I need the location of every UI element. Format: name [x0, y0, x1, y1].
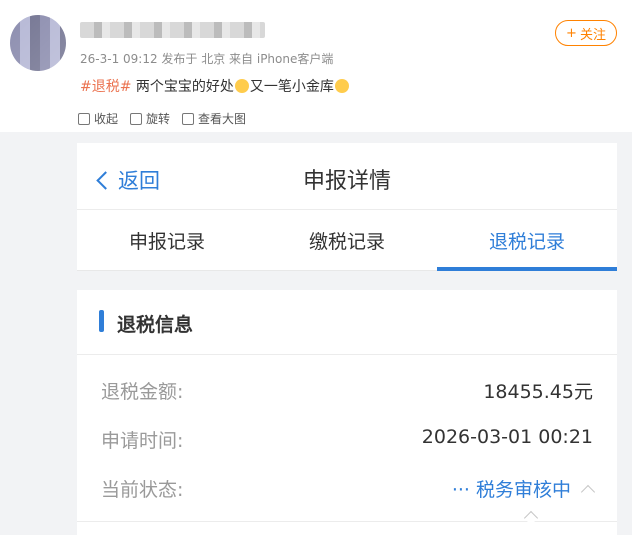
view-large-label: 查看大图 — [198, 112, 247, 126]
row-current-status: 当前状态: ··· 税务审核中 — [77, 475, 617, 515]
follow-label: 关注 — [579, 27, 606, 43]
section-title: 退税信息 — [117, 314, 194, 336]
divider — [77, 521, 617, 522]
collect-icon — [78, 112, 90, 125]
rotate-label: 旋转 — [146, 112, 171, 126]
section-accent-bar — [99, 310, 104, 332]
cat-emoji-icon — [234, 79, 249, 93]
zoom-icon — [182, 112, 195, 125]
page-title: 申报详情 — [302, 169, 391, 194]
current-status-value[interactable]: ··· 税务审核中 — [451, 475, 596, 502]
apply-time-value: 2026-03-01 00:21 — [421, 426, 593, 448]
refund-amount-value: 18455.45元 — [483, 381, 593, 403]
post-meta: 26-3-1 09:12 发布于 北京 来自 iPhone客户端 — [80, 52, 334, 66]
rotate-icon — [130, 112, 143, 125]
current-status-label: 当前状态: — [101, 479, 184, 501]
plus-icon: + — [566, 25, 577, 41]
row-refund-amount: 退税金额: 18455.45元 — [77, 377, 617, 417]
post-text-part1: 两个宝宝的好处 — [131, 79, 234, 95]
collect-label: 收起 — [94, 112, 119, 126]
refund-info: 退税金额: 18455.45元 申请时间: 2026-03-01 00:21 当… — [77, 355, 617, 535]
app-header: 返回 申报详情 — [77, 143, 617, 210]
tab-bar: 申报记录 缴税记录 退税记录 — [77, 210, 617, 271]
rotate-button[interactable]: 旋转 — [130, 110, 170, 127]
post-text-part2: 又一笔小金库 — [249, 79, 334, 95]
image-toolbar: 收起 旋转 查看大图 — [78, 110, 246, 127]
tab-payment-records[interactable]: 缴税记录 — [257, 210, 437, 270]
thinking-emoji-icon — [334, 79, 349, 93]
collect-button[interactable]: 收起 — [78, 110, 118, 127]
view-large-button[interactable]: 查看大图 — [182, 110, 246, 127]
hashtag-link[interactable]: #退税# — [80, 79, 131, 95]
follow-button[interactable]: + 关注 — [555, 20, 617, 46]
apply-time-label: 申请时间: — [101, 430, 184, 452]
avatar[interactable] — [10, 15, 66, 71]
refund-amount-label: 退税金额: — [101, 381, 184, 403]
username-blurred[interactable] — [80, 22, 265, 38]
tab-declaration-records[interactable]: 申报记录 — [77, 210, 257, 270]
section-header: 退税信息 — [77, 290, 617, 355]
post-text: #退税# 两个宝宝的好处 又一笔小金库 — [80, 76, 350, 96]
chevron-up-icon — [580, 484, 596, 499]
tab-refund-records[interactable]: 退税记录 — [437, 210, 617, 271]
status-text: ··· 税务审核中 — [451, 479, 571, 501]
row-apply-time: 申请时间: 2026-03-01 00:21 — [77, 426, 617, 466]
